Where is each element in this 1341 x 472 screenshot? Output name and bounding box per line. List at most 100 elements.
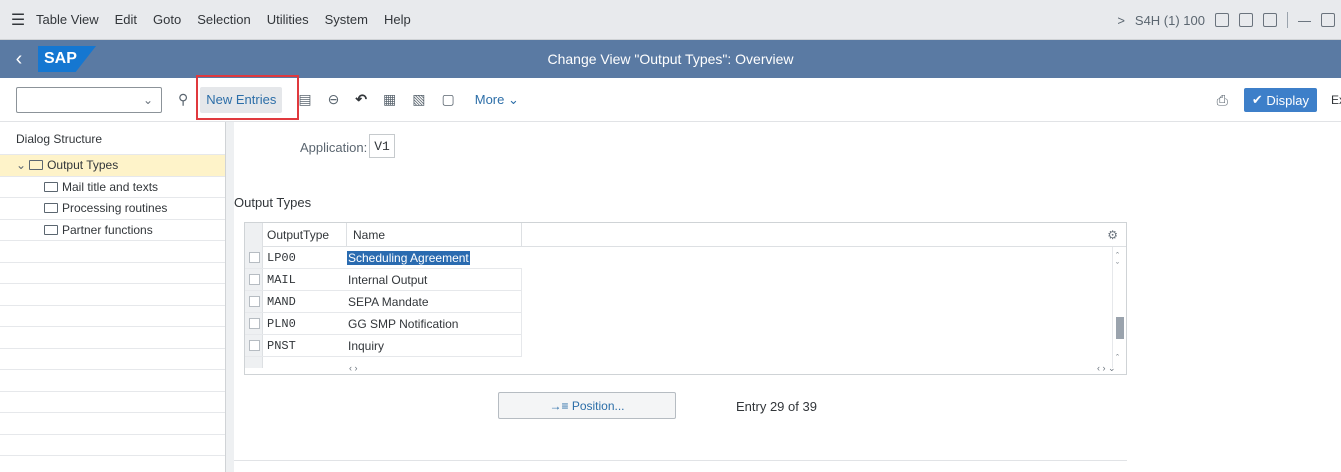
row-checkbox[interactable] [245,313,263,335]
checkbox-icon[interactable] [248,296,260,307]
empty-row [0,370,225,392]
tree-item-label: Output Types [47,158,119,173]
lock-icon[interactable] [1263,13,1277,27]
dialog-structure-heading: Dialog Structure [0,122,225,155]
cell-name-input[interactable]: Internal Output [347,269,522,291]
checkbox-icon[interactable] [248,274,260,285]
dialog-structure-panel: Dialog Structure ⌄ Output Types Mail tit… [0,122,226,472]
tree-item-mail-title[interactable]: Mail title and texts [0,177,225,198]
row-checkbox[interactable] [245,291,263,313]
vertical-scrollbar[interactable]: ˆ ˇ ˆ [1112,247,1126,368]
exit-button[interactable]: Exit [1331,93,1341,107]
cell-outputtype: PLN0 [263,313,347,335]
tree-item-processing-routines[interactable]: Processing routines [0,198,225,220]
row-checkbox[interactable] [245,269,263,291]
cell-outputtype: PNST [263,335,347,357]
menu-goto[interactable]: Goto [153,12,181,27]
empty-row [0,306,225,327]
toolbar: ⌄ ⚲ New Entries ▤ ⊖ ↶ ▦ ▧ ▢ More ⌄ ⎙ ✔ D… [0,78,1341,122]
main-content: Application: V1 Output Types OutputType … [234,122,1341,472]
horizontal-scroll-arrows-icon[interactable]: ‹ › [349,363,358,373]
new-entries-button[interactable]: New Entries [200,86,283,113]
scrollbar-thumb[interactable] [1116,317,1124,339]
cell-outputtype: MAND [263,291,347,313]
application-value: V1 [369,134,395,158]
menu-selection[interactable]: Selection [197,12,250,27]
folder-icon [44,224,58,235]
empty-row [0,284,225,306]
cell-name-input[interactable]: GG SMP Notification [347,313,522,335]
cell-name-text: Scheduling Agreement [347,250,470,265]
cell-name-input[interactable]: Inquiry [347,335,522,357]
empty-row [0,349,225,370]
cell-outputtype: LP00 [263,247,347,269]
empty-row [0,241,225,263]
tree-item-partner-functions[interactable]: Partner functions [0,220,225,241]
empty-row [0,435,225,456]
hamburger-menu-icon[interactable]: ☰ [0,10,36,30]
empty-row [0,392,225,413]
delete-icon[interactable]: ⊖ [328,91,340,108]
tree-item-label: Mail title and texts [62,179,159,194]
play-icon[interactable] [1215,13,1229,27]
more-menu[interactable]: More ⌄ [475,92,519,108]
toolbar-right: ⎙ ✔ Display Exit [1201,78,1341,122]
tree-item-output-types[interactable]: ⌄ Output Types [0,155,225,177]
application-label: Application: [300,140,368,155]
menu-table-view[interactable]: Table View [36,12,99,27]
maximize-icon[interactable] [1321,13,1335,27]
expand-chevron-icon[interactable]: ⌄ [16,158,26,172]
copy-icon[interactable]: ▤ [298,91,311,108]
scroll-down-icon[interactable]: ˇ [1116,261,1119,271]
select-all-icon[interactable]: ▦ [383,91,396,108]
command-field[interactable]: ⌄ [16,86,162,113]
scroll-top-icon[interactable]: ˆ [1116,353,1119,363]
menu-utilities[interactable]: Utilities [267,12,309,27]
empty-row [0,413,225,435]
print-icon[interactable]: ⎙ [1217,92,1228,109]
customize-icon[interactable] [1239,13,1253,27]
cell-outputtype: MAIL [263,269,347,291]
back-arrow-icon[interactable]: ‹ [0,48,38,71]
folder-icon [44,203,58,214]
menu-help[interactable]: Help [384,12,411,27]
minimize-icon[interactable]: — [1298,13,1311,28]
position-button[interactable]: →≡ Position... [498,392,676,419]
menu-system[interactable]: System [325,12,368,27]
cell-name-input[interactable]: SEPA Mandate [347,291,522,313]
more-label: More [474,91,505,107]
deselect-all-icon[interactable]: ▢ [442,91,455,108]
menu-edit[interactable]: Edit [115,12,137,27]
row-checkbox[interactable] [245,335,263,357]
expand-chevron-icon[interactable]: > [1117,13,1125,28]
cell-name-input[interactable]: Scheduling Agreement [347,247,522,269]
checkbox-icon[interactable] [248,252,260,263]
empty-row [0,263,225,284]
checkbox-icon[interactable] [248,340,260,351]
row-checkbox[interactable] [245,247,263,269]
page-title: Change View "Output Types": Overview [547,51,794,67]
title-bar: ‹ SAP Change View "Output Types": Overvi… [0,40,1341,78]
empty-row [0,327,225,349]
output-types-table: OutputType Name ⚙ LP00 Scheduling Agreem… [244,222,1127,375]
position-label: Position... [571,398,625,413]
search-icon[interactable]: ⚲ [178,91,188,108]
menu-bar: ☰ Table View Edit Goto Selection Utiliti… [0,0,1341,40]
chevron-down-icon[interactable]: ⌄ [143,93,153,107]
scroll-up-icon[interactable]: ˆ [1116,251,1119,261]
display-button[interactable]: ✔ Display [1243,88,1317,112]
divider [234,460,1127,461]
table-settings-icon[interactable]: ⚙ [522,223,1126,247]
checkbox-icon[interactable] [248,318,260,329]
column-header-outputtype[interactable]: OutputType [263,223,347,247]
menu-right-area: > S4H (1) 100 — [1117,0,1335,40]
panel-splitter[interactable] [226,122,234,472]
column-header-name[interactable]: Name [347,223,522,247]
system-info: S4H (1) 100 [1134,12,1205,28]
tree-item-label: Partner functions [62,222,153,237]
undo-icon[interactable]: ↶ [355,91,367,108]
folder-icon [44,181,58,192]
display-toggle-icon: ✔ [1251,92,1267,107]
divider [1287,12,1288,28]
select-block-icon[interactable]: ▧ [412,91,425,108]
